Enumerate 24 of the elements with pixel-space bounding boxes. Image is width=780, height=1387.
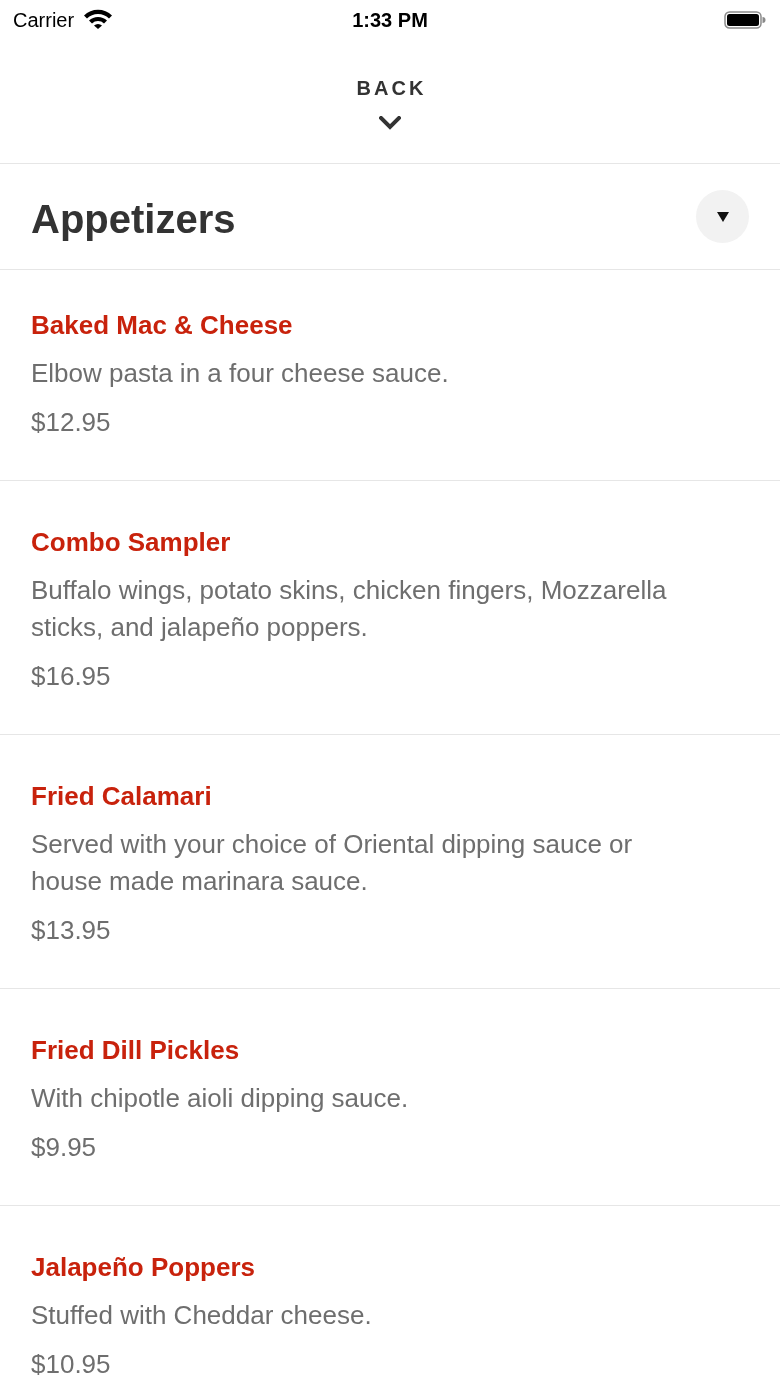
item-name: Baked Mac & Cheese xyxy=(31,309,294,342)
chevron-down-icon xyxy=(379,116,401,130)
battery-icon xyxy=(724,11,766,29)
item-description: Elbow pasta in a four cheese sauce. xyxy=(31,357,450,390)
item-price: $10.95 xyxy=(31,1349,112,1379)
item-name: Jalapeño Poppers xyxy=(31,1251,256,1284)
back-button[interactable]: BACK xyxy=(349,74,431,132)
carrier-name: Carrier xyxy=(13,8,75,32)
item-price: $12.95 xyxy=(31,407,112,437)
item-description: Buffalo wings, potato skins, chicken fingers, Mozzarella sticks, and jalapeño poppers. xyxy=(31,574,668,644)
item-name: Fried Dill Pickles xyxy=(31,1034,241,1067)
item-description: Served with your choice of Oriental dipping sauce or house made marinara sauce. xyxy=(31,828,634,898)
dropdown-button[interactable] xyxy=(696,190,749,243)
caret-down-icon xyxy=(716,211,729,222)
item-description: Stuffed with Cheddar cheese. xyxy=(31,1299,373,1332)
section-title: Appetizers xyxy=(31,195,236,243)
item-name: Combo Sampler xyxy=(31,526,232,559)
item-name: Fried Calamari xyxy=(31,780,213,813)
status-time: 1:33 PM xyxy=(352,8,428,32)
item-description: With chipotle aioli dipping sauce. xyxy=(31,1082,410,1115)
item-price: $13.95 xyxy=(31,915,112,945)
item-price: $16.95 xyxy=(31,661,112,691)
wifi-icon xyxy=(83,8,114,29)
item-price: $9.95 xyxy=(31,1132,98,1162)
